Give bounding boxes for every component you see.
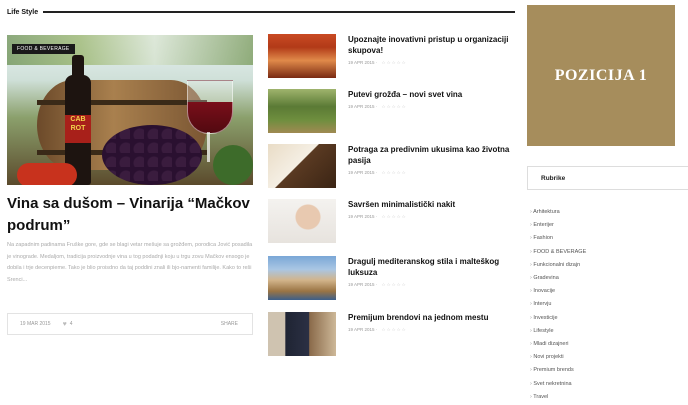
post-item[interactable]: Savršen minimalistički nakit 19 APR 2015… xyxy=(268,199,518,245)
section-header: Life Style xyxy=(7,5,515,19)
category-link[interactable]: Arhitektura xyxy=(530,206,586,219)
post-item[interactable]: Dragulj mediteranskog stila i malteškog … xyxy=(268,256,518,302)
post-date: 19 APR 2015 xyxy=(348,214,375,219)
post-item[interactable]: Upoznajte inovativni pristup u organizac… xyxy=(268,34,518,80)
post-title[interactable]: Upoznajte inovativni pristup u organizac… xyxy=(348,34,516,56)
category-link[interactable]: Gradevina xyxy=(530,272,586,285)
post-title[interactable]: Dragulj mediteranskog stila i malteškog … xyxy=(348,256,516,278)
category-link[interactable]: Lifestyle xyxy=(530,325,586,338)
section-title: Life Style xyxy=(7,8,39,16)
post-thumbnail[interactable] xyxy=(268,34,336,78)
category-link[interactable]: Investicije xyxy=(530,312,586,325)
share-button[interactable]: SHARE xyxy=(221,321,238,327)
category-link[interactable]: Enterijer xyxy=(530,219,586,232)
post-meta: 19 APR 2015 · ☆☆☆☆☆ xyxy=(348,214,407,219)
category-link[interactable]: Premium brends xyxy=(530,364,586,377)
post-date: 19 APR 2015 xyxy=(348,282,375,287)
post-item[interactable]: Premijum brendovi na jednom mestu 19 APR… xyxy=(268,312,518,358)
post-thumbnail[interactable] xyxy=(268,312,336,356)
category-link[interactable]: Mladi dizajneri xyxy=(530,338,586,351)
post-meta: 19 APR 2015 · ☆☆☆☆☆ xyxy=(348,104,407,109)
rating-stars: ☆☆☆☆☆ xyxy=(381,282,407,287)
featured-date: 19 MAR 2015 xyxy=(20,321,51,327)
category-link[interactable]: Funkcionalni dizajn xyxy=(530,259,586,272)
category-link[interactable]: Novi projekti xyxy=(530,351,586,364)
post-date: 19 APR 2015 xyxy=(348,60,375,65)
category-link[interactable]: Inovacije xyxy=(530,285,586,298)
post-date: 19 APR 2015 xyxy=(348,327,375,332)
post-item[interactable]: Putevi grožđa – novi svet vina 19 APR 20… xyxy=(268,89,518,135)
post-date: 19 APR 2015 xyxy=(348,170,375,175)
ad-label: POZICIJA 1 xyxy=(554,66,648,84)
heart-icon[interactable]: ♥ xyxy=(63,321,67,328)
post-meta: 19 APR 2015 · ☆☆☆☆☆ xyxy=(348,60,407,65)
category-link[interactable]: Travel xyxy=(530,391,586,404)
post-title[interactable]: Savršen minimalistički nakit xyxy=(348,199,516,210)
post-item[interactable]: Potraga za predivnim ukusima kao životna… xyxy=(268,144,518,190)
categories-label: Rubrike xyxy=(541,174,566,182)
post-meta: 19 APR 2015 · ☆☆☆☆☆ xyxy=(348,282,407,287)
section-divider xyxy=(43,11,515,13)
rating-stars: ☆☆☆☆☆ xyxy=(381,60,407,65)
rating-stars: ☆☆☆☆☆ xyxy=(381,214,407,219)
category-link[interactable]: Intervju xyxy=(530,298,586,311)
post-title[interactable]: Premijum brendovi na jednom mestu xyxy=(348,312,516,323)
post-meta: 19 APR 2015 · ☆☆☆☆☆ xyxy=(348,327,407,332)
tomatoes xyxy=(17,163,77,185)
category-list: Arhitektura Enterijer Fashion FOOD & BEV… xyxy=(530,206,586,404)
category-link[interactable]: Fashion xyxy=(530,232,586,245)
featured-image[interactable]: CAB ROT xyxy=(7,35,253,185)
ad-banner[interactable]: POZICIJA 1 xyxy=(527,5,675,146)
featured-excerpt: Na zapadnim padinama Fruške gore, gde se… xyxy=(7,242,253,283)
rating-stars: ☆☆☆☆☆ xyxy=(381,327,407,332)
post-title[interactable]: Potraga za predivnim ukusima kao životna… xyxy=(348,144,516,166)
post-thumbnail[interactable] xyxy=(268,199,336,243)
wine-glass xyxy=(187,80,233,134)
post-thumbnail[interactable] xyxy=(268,144,336,188)
category-link[interactable]: Svet nekretnina xyxy=(530,378,586,391)
post-thumbnail[interactable] xyxy=(268,256,336,300)
categories-dropdown[interactable]: Rubrike xyxy=(527,166,688,190)
featured-meta-bar: 19 MAR 2015 ♥ 4 SHARE xyxy=(7,313,253,335)
post-meta: 19 APR 2015 · ☆☆☆☆☆ xyxy=(348,170,407,175)
category-badge[interactable]: FOOD & BEVERAGE xyxy=(12,44,75,54)
post-thumbnail[interactable] xyxy=(268,89,336,133)
post-title[interactable]: Putevi grožđa – novi svet vina xyxy=(348,89,516,100)
like-count: 4 xyxy=(69,321,73,327)
post-date: 19 APR 2015 xyxy=(348,104,375,109)
grapes xyxy=(102,125,202,185)
bottle-label: CAB ROT xyxy=(65,115,91,143)
category-link[interactable]: FOOD & BEVERAGE xyxy=(530,246,586,259)
featured-title[interactable]: Vina sa dušom – Vinarija “Mačkov podrum” xyxy=(7,193,253,237)
greens xyxy=(213,145,253,185)
rating-stars: ☆☆☆☆☆ xyxy=(381,104,407,109)
rating-stars: ☆☆☆☆☆ xyxy=(381,170,407,175)
